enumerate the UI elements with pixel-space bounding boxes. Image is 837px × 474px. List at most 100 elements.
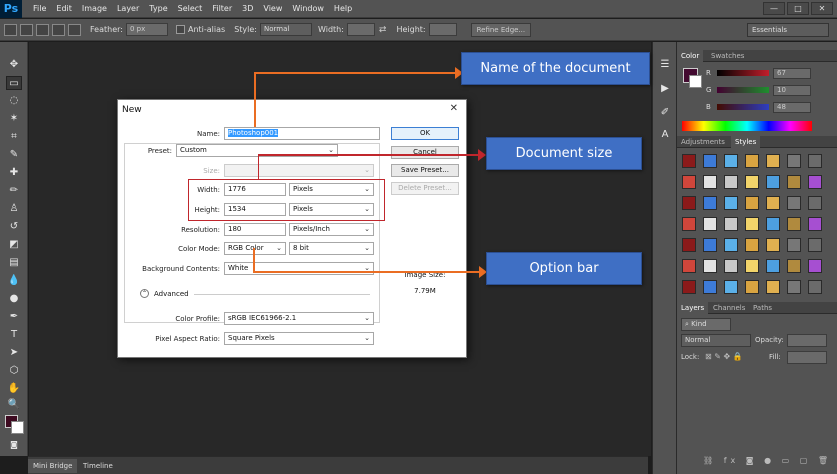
style-swatch[interactable] bbox=[724, 238, 738, 252]
name-input[interactable]: Photoshop001 bbox=[224, 127, 380, 140]
style-swatch[interactable] bbox=[787, 175, 801, 189]
style-swatch[interactable] bbox=[808, 154, 822, 168]
style-swatch[interactable] bbox=[703, 217, 717, 231]
style-swatch[interactable] bbox=[682, 175, 696, 189]
maximize-button[interactable]: □ bbox=[787, 2, 809, 15]
style-swatch[interactable] bbox=[808, 259, 822, 273]
menu-image[interactable]: Image bbox=[77, 4, 112, 13]
style-swatch[interactable] bbox=[808, 196, 822, 210]
tab-color[interactable]: Color bbox=[677, 50, 704, 62]
quick-mask-icon[interactable]: ◙ bbox=[6, 438, 22, 452]
menu-type[interactable]: Type bbox=[144, 4, 172, 13]
green-slider[interactable] bbox=[717, 87, 769, 93]
style-swatch[interactable] bbox=[787, 259, 801, 273]
move-tool-icon[interactable]: ✥ bbox=[6, 58, 22, 72]
lasso-tool-icon[interactable]: ◌ bbox=[6, 94, 22, 108]
blend-mode-select[interactable]: Normal bbox=[681, 334, 751, 347]
background-contents-select[interactable]: White ⌄ bbox=[224, 262, 374, 275]
width-input[interactable] bbox=[346, 23, 375, 36]
style-swatch[interactable] bbox=[787, 217, 801, 231]
tab-timeline[interactable]: Timeline bbox=[78, 459, 118, 473]
resolution-input[interactable]: 180 bbox=[224, 223, 286, 236]
path-selection-icon[interactable]: ➤ bbox=[6, 346, 22, 360]
character-panel-icon[interactable]: A bbox=[657, 128, 673, 142]
style-swatch[interactable] bbox=[808, 217, 822, 231]
tab-swatches[interactable]: Swatches bbox=[707, 50, 748, 62]
menu-3d[interactable]: 3D bbox=[237, 4, 258, 13]
layer-kind-filter[interactable]: ⌕ Kind bbox=[681, 318, 731, 331]
shape-tool-icon[interactable]: ⬡ bbox=[6, 364, 22, 378]
style-swatch[interactable] bbox=[787, 196, 801, 210]
style-swatch[interactable] bbox=[703, 238, 717, 252]
eraser-tool-icon[interactable]: ◩ bbox=[6, 238, 22, 252]
menu-view[interactable]: View bbox=[258, 4, 287, 13]
brush-tool-icon[interactable]: ✏ bbox=[6, 184, 22, 198]
blue-value[interactable]: 48 bbox=[773, 102, 811, 113]
menu-help[interactable]: Help bbox=[329, 4, 357, 13]
intersect-selection-icon[interactable] bbox=[68, 23, 81, 36]
background-color-swatch[interactable] bbox=[11, 421, 24, 434]
style-swatch[interactable] bbox=[766, 259, 780, 273]
tab-styles[interactable]: Styles bbox=[731, 136, 761, 148]
zoom-tool-icon[interactable]: 🔍 bbox=[6, 398, 22, 412]
style-swatch[interactable] bbox=[703, 175, 717, 189]
style-swatch[interactable] bbox=[703, 280, 717, 294]
tab-mini-bridge[interactable]: Mini Bridge bbox=[28, 459, 78, 473]
menu-filter[interactable]: Filter bbox=[207, 4, 237, 13]
menu-file[interactable]: File bbox=[28, 4, 51, 13]
style-swatch[interactable] bbox=[745, 238, 759, 252]
color-mode-select[interactable]: RGB Color ⌄ bbox=[224, 242, 286, 255]
pixel-aspect-select[interactable]: Square Pixels ⌄ bbox=[224, 332, 374, 345]
opacity-input[interactable] bbox=[787, 334, 827, 347]
swap-icon[interactable]: ⇄ bbox=[379, 25, 387, 35]
style-swatch[interactable] bbox=[766, 154, 780, 168]
lock-icons[interactable]: ⊠ ✎ ✥ 🔒 bbox=[705, 352, 743, 361]
style-swatch[interactable] bbox=[682, 217, 696, 231]
resolution-unit-select[interactable]: Pixels/Inch ⌄ bbox=[289, 223, 374, 236]
style-swatch[interactable] bbox=[703, 259, 717, 273]
style-swatch[interactable] bbox=[745, 154, 759, 168]
style-swatch[interactable] bbox=[682, 259, 696, 273]
subtract-selection-icon[interactable] bbox=[52, 23, 65, 36]
style-swatch[interactable] bbox=[808, 238, 822, 252]
marquee-tool-icon[interactable]: ▭ bbox=[6, 76, 22, 90]
fill-input[interactable] bbox=[787, 351, 827, 364]
style-swatch[interactable] bbox=[724, 175, 738, 189]
style-swatch[interactable] bbox=[724, 280, 738, 294]
green-value[interactable]: 10 bbox=[773, 85, 811, 96]
pen-tool-icon[interactable]: ✒ bbox=[6, 310, 22, 324]
magic-wand-icon[interactable]: ✶ bbox=[6, 112, 22, 126]
style-swatch[interactable] bbox=[745, 259, 759, 273]
style-swatch[interactable] bbox=[766, 280, 780, 294]
menu-edit[interactable]: Edit bbox=[51, 4, 77, 13]
color-background-swatch[interactable] bbox=[689, 75, 702, 88]
refine-edge-button[interactable]: Refine Edge... bbox=[470, 22, 532, 37]
style-swatch[interactable] bbox=[724, 259, 738, 273]
style-swatch[interactable] bbox=[703, 196, 717, 210]
menu-select[interactable]: Select bbox=[173, 4, 208, 13]
style-swatch[interactable] bbox=[787, 280, 801, 294]
style-swatch[interactable] bbox=[682, 280, 696, 294]
history-brush-icon[interactable]: ↺ bbox=[6, 220, 22, 234]
style-swatch[interactable] bbox=[808, 175, 822, 189]
height-input[interactable] bbox=[428, 23, 457, 36]
add-selection-icon[interactable] bbox=[36, 23, 49, 36]
style-swatch[interactable] bbox=[745, 280, 759, 294]
history-panel-icon[interactable]: ☰ bbox=[657, 58, 673, 72]
style-swatch[interactable] bbox=[745, 217, 759, 231]
workspace-select[interactable]: Essentials bbox=[747, 23, 829, 37]
style-swatch[interactable] bbox=[724, 217, 738, 231]
style-swatch[interactable] bbox=[682, 154, 696, 168]
brush-panel-icon[interactable]: ✐ bbox=[657, 106, 673, 120]
type-tool-icon[interactable]: T bbox=[6, 328, 22, 342]
dialog-close-icon[interactable]: ✕ bbox=[450, 103, 458, 114]
red-slider[interactable] bbox=[717, 70, 769, 76]
actions-panel-icon[interactable]: ▶ bbox=[657, 82, 673, 96]
style-swatch[interactable] bbox=[745, 196, 759, 210]
marquee-preset-icon[interactable] bbox=[4, 23, 17, 36]
style-swatch[interactable] bbox=[724, 154, 738, 168]
style-swatch[interactable] bbox=[808, 280, 822, 294]
style-swatch[interactable] bbox=[745, 175, 759, 189]
blue-slider[interactable] bbox=[717, 104, 769, 110]
ok-button[interactable]: OK bbox=[391, 127, 459, 140]
